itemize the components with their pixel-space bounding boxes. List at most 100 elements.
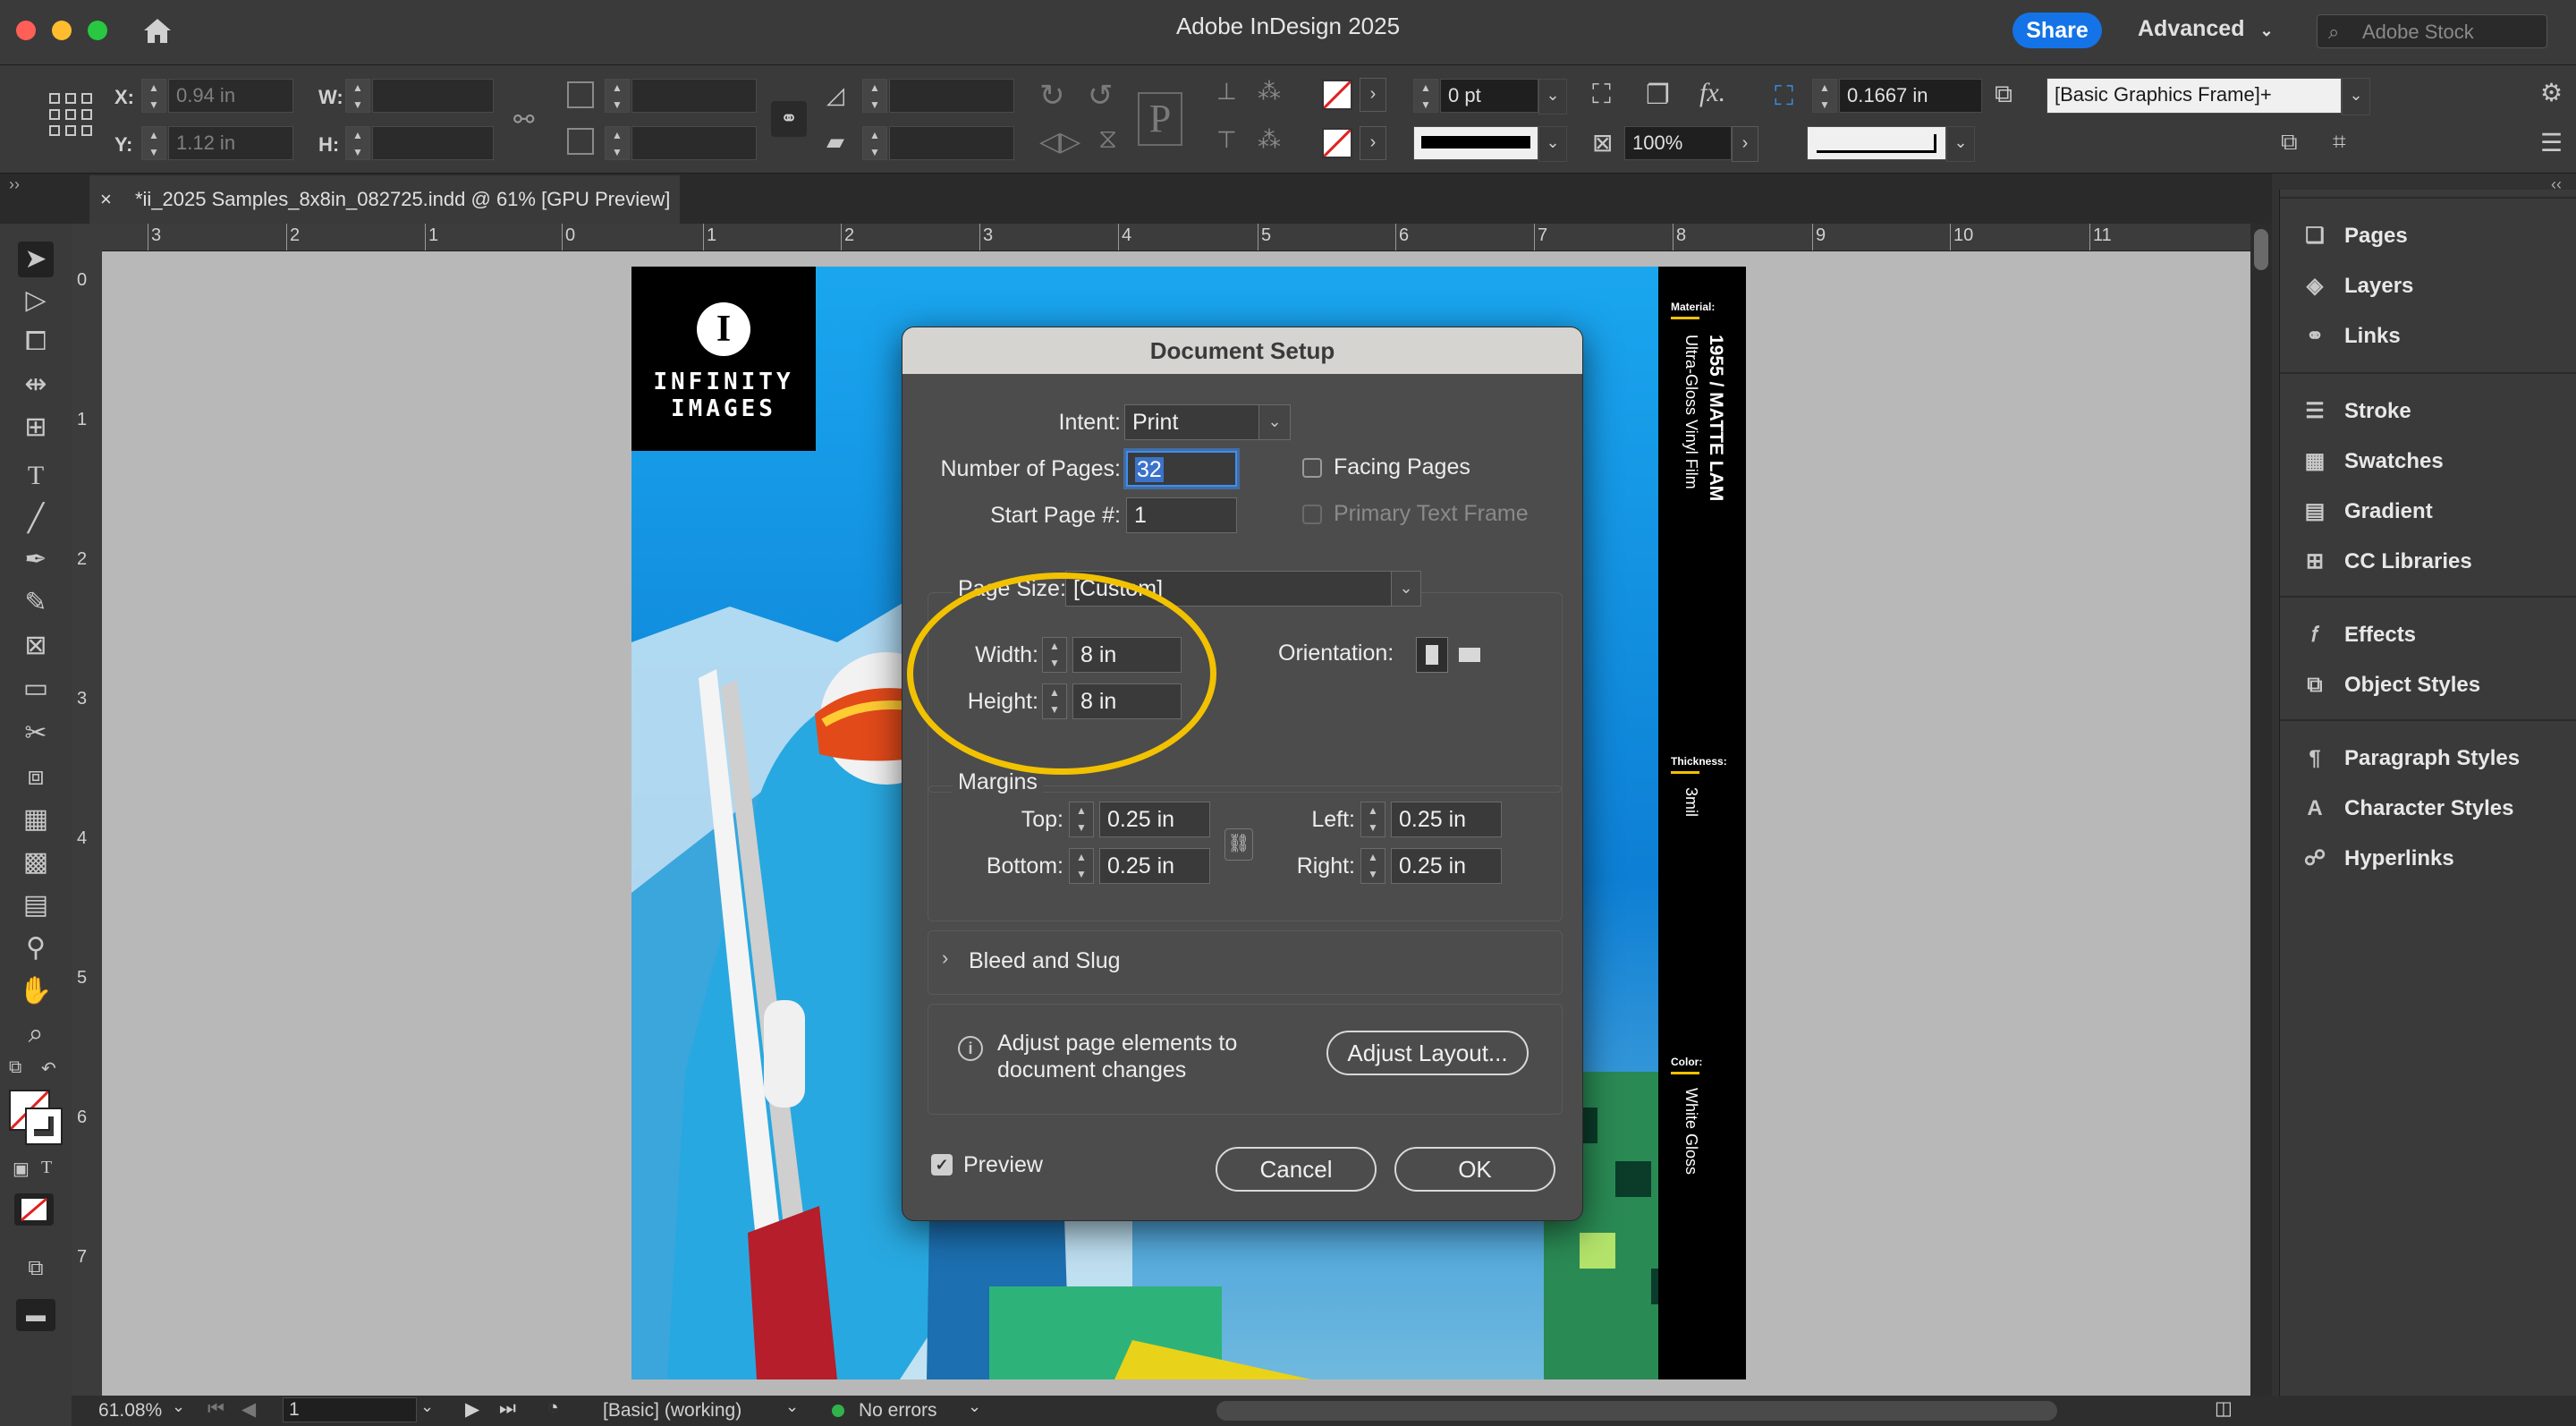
select-content-icon[interactable]: ⁂ — [1258, 78, 1281, 106]
constrain-scale-icon[interactable]: ⚭ — [771, 101, 807, 137]
stroke-swatch-menu[interactable]: › — [1360, 126, 1386, 160]
type-tool-icon[interactable]: T — [18, 458, 54, 494]
auto-fit-icon[interactable]: ⌗ — [2333, 128, 2346, 157]
gear-icon[interactable]: ⚙ — [2540, 78, 2563, 107]
ok-button[interactable]: OK — [1394, 1147, 1555, 1192]
landscape-orientation-icon[interactable] — [1453, 637, 1486, 673]
shear-field[interactable] — [889, 126, 1014, 160]
chevron-right-icon[interactable]: › — [942, 946, 948, 970]
top-margin-field[interactable]: 0.25 in — [1099, 802, 1210, 837]
top-stepper[interactable]: ▲ ▼ — [1069, 802, 1094, 837]
bottom-stepper[interactable]: ▲ ▼ — [1069, 848, 1094, 884]
vertical-scrollbar[interactable] — [2250, 224, 2272, 1396]
rotate-cw-icon[interactable]: ↻ — [1039, 78, 1065, 114]
apply-none-icon[interactable] — [14, 1193, 54, 1226]
next-page-icon[interactable]: ▶ — [465, 1398, 479, 1421]
chevron-down-icon[interactable]: ⌄ — [968, 1397, 981, 1416]
corner-stepper[interactable]: ▲ ▼ — [1812, 79, 1837, 113]
opacity-menu[interactable]: › — [1732, 126, 1758, 162]
default-fill-stroke-icon[interactable]: ⧉ — [9, 1057, 21, 1078]
zoom-level[interactable]: 61.08% — [98, 1400, 162, 1422]
adjust-layout-button[interactable]: Adjust Layout... — [1326, 1031, 1529, 1075]
flip-horizontal-icon[interactable]: ◁▷ — [1039, 126, 1080, 157]
selection-tool-icon[interactable]: ➤ — [18, 242, 54, 277]
y-stepper[interactable]: ▲ ▼ — [141, 126, 166, 160]
page-tool-icon[interactable]: ⧠ — [18, 324, 54, 360]
rotate-field[interactable] — [889, 79, 1014, 113]
start-page-field[interactable]: 1 — [1126, 497, 1237, 533]
panel-item-links[interactable]: ⚭ Links — [2300, 318, 2401, 354]
rectangle-frame-tool-icon[interactable]: ⊠ — [18, 628, 54, 664]
chevron-down-icon[interactable]: ⌄ — [420, 1397, 434, 1416]
vertical-ruler[interactable]: 0 1 2 3 4 5 6 7 — [72, 250, 103, 1396]
stroke-type-select[interactable] — [1413, 126, 1538, 160]
formatting-text-icon[interactable]: T — [41, 1158, 52, 1178]
rotate-stepper[interactable]: ▲ ▼ — [862, 79, 887, 113]
gradient-feather-tool-icon[interactable]: ▩ — [18, 845, 54, 880]
close-icon[interactable]: × — [100, 188, 112, 210]
constrain-proportions-icon[interactable]: ⚯ — [513, 105, 534, 134]
panel-item-pages[interactable]: ❏ Pages — [2300, 218, 2407, 254]
chevron-down-icon[interactable]: ⌄ — [1946, 126, 1975, 162]
panel-item-object-styles[interactable]: ⧉ Object Styles — [2300, 667, 2480, 703]
free-transform-tool-icon[interactable]: ⧈ — [18, 759, 54, 794]
adobe-stock-search[interactable]: ⌕ Adobe Stock — [2317, 14, 2547, 48]
select-container-icon[interactable]: ⊥ — [1216, 78, 1237, 106]
w-field[interactable] — [372, 79, 494, 113]
x-field[interactable]: 0.94 in — [168, 79, 293, 113]
rotate-ccw-icon[interactable]: ↺ — [1088, 78, 1114, 114]
preview-mode-icon[interactable]: ▬ — [16, 1299, 55, 1331]
first-page-icon[interactable]: ⏮ — [208, 1398, 225, 1420]
chevron-down-icon[interactable]: ⌄ — [1258, 404, 1291, 440]
pen-tool-icon[interactable]: ✒ — [18, 542, 54, 578]
stroke-weight-stepper[interactable]: ▲ ▼ — [1413, 79, 1438, 113]
y-field[interactable]: 1.12 in — [168, 126, 293, 160]
drop-shadow-icon[interactable]: ❐ — [1646, 80, 1670, 111]
number-of-pages-field[interactable]: 32 — [1126, 451, 1237, 487]
w-stepper[interactable]: ▲ ▼ — [345, 79, 370, 113]
h-stepper[interactable]: ▲ ▼ — [345, 126, 370, 160]
object-style-select[interactable]: [Basic Graphics Frame]+ — [2046, 78, 2342, 114]
primary-text-frame-checkbox[interactable] — [1302, 505, 1322, 524]
flip-vertical-icon[interactable]: ⧖ — [1098, 124, 1117, 155]
fill-none-swatch[interactable] — [1322, 80, 1352, 110]
workspace-switcher[interactable]: Advanced ⌄ — [2138, 16, 2274, 42]
preview-checkbox[interactable]: ✓ — [931, 1154, 953, 1176]
previous-page-icon[interactable]: ◀ — [242, 1398, 256, 1421]
left-stepper[interactable]: ▲ ▼ — [1360, 802, 1385, 837]
panel-item-layers[interactable]: ◈ Layers — [2300, 268, 2414, 304]
panel-item-cc-libraries[interactable]: ⊞ CC Libraries — [2300, 544, 2472, 580]
chevron-down-icon[interactable]: ⌄ — [1538, 79, 1567, 115]
zoom-tool-icon[interactable]: ⌕ — [18, 1016, 54, 1052]
horizontal-ruler[interactable]: 3 2 1 0 1 2 3 4 5 6 7 8 9 10 11 — [72, 224, 2272, 251]
select-next-icon[interactable]: ⁂ — [1258, 126, 1281, 154]
fill-swatch-menu[interactable]: › — [1360, 78, 1386, 112]
panel-item-swatches[interactable]: ▦ Swatches — [2300, 444, 2444, 480]
stroke-weight-field[interactable]: 0 pt — [1440, 79, 1538, 113]
scale-y-field[interactable] — [631, 126, 757, 160]
expand-toolbar-icon[interactable]: ›› — [9, 175, 20, 194]
h-field[interactable] — [372, 126, 494, 160]
link-margins-icon[interactable]: ⛓ — [1224, 828, 1253, 861]
note-tool-icon[interactable]: ▤ — [18, 887, 54, 923]
chevron-down-icon[interactable]: ⌄ — [785, 1397, 799, 1416]
panel-item-stroke[interactable]: ☰ Stroke — [2300, 394, 2411, 429]
content-collector-icon[interactable]: ⊞ — [18, 410, 54, 446]
document-tab[interactable]: × *ii_2025 Samples_8x8in_082725.indd @ 6… — [89, 175, 680, 224]
hand-tool-icon[interactable]: ✋ — [18, 973, 54, 1009]
direct-selection-tool-icon[interactable]: ▷ — [18, 283, 54, 318]
right-margin-field[interactable]: 0.25 in — [1391, 848, 1502, 884]
shear-stepper[interactable]: ▲ ▼ — [862, 126, 887, 160]
gradient-swatch-tool-icon[interactable]: ▦ — [18, 802, 54, 837]
chevron-down-icon[interactable]: ⌄ — [2342, 78, 2370, 115]
reference-point-icon[interactable] — [48, 92, 93, 141]
panel-item-character-styles[interactable]: A Character Styles — [2300, 791, 2513, 827]
panel-item-effects[interactable]: 𝑓 Effects — [2300, 617, 2416, 653]
page-number-field[interactable]: 1 — [283, 1397, 417, 1422]
scale-y-stepper[interactable]: ▲ ▼ — [605, 126, 630, 160]
scale-x-stepper[interactable]: ▲ ▼ — [605, 79, 630, 113]
hamburger-menu-icon[interactable]: ☰ — [2540, 128, 2563, 157]
panel-item-gradient[interactable]: ▤ Gradient — [2300, 494, 2433, 530]
gap-tool-icon[interactable]: ⇹ — [18, 367, 54, 403]
opacity-field[interactable]: 100% — [1624, 126, 1732, 160]
